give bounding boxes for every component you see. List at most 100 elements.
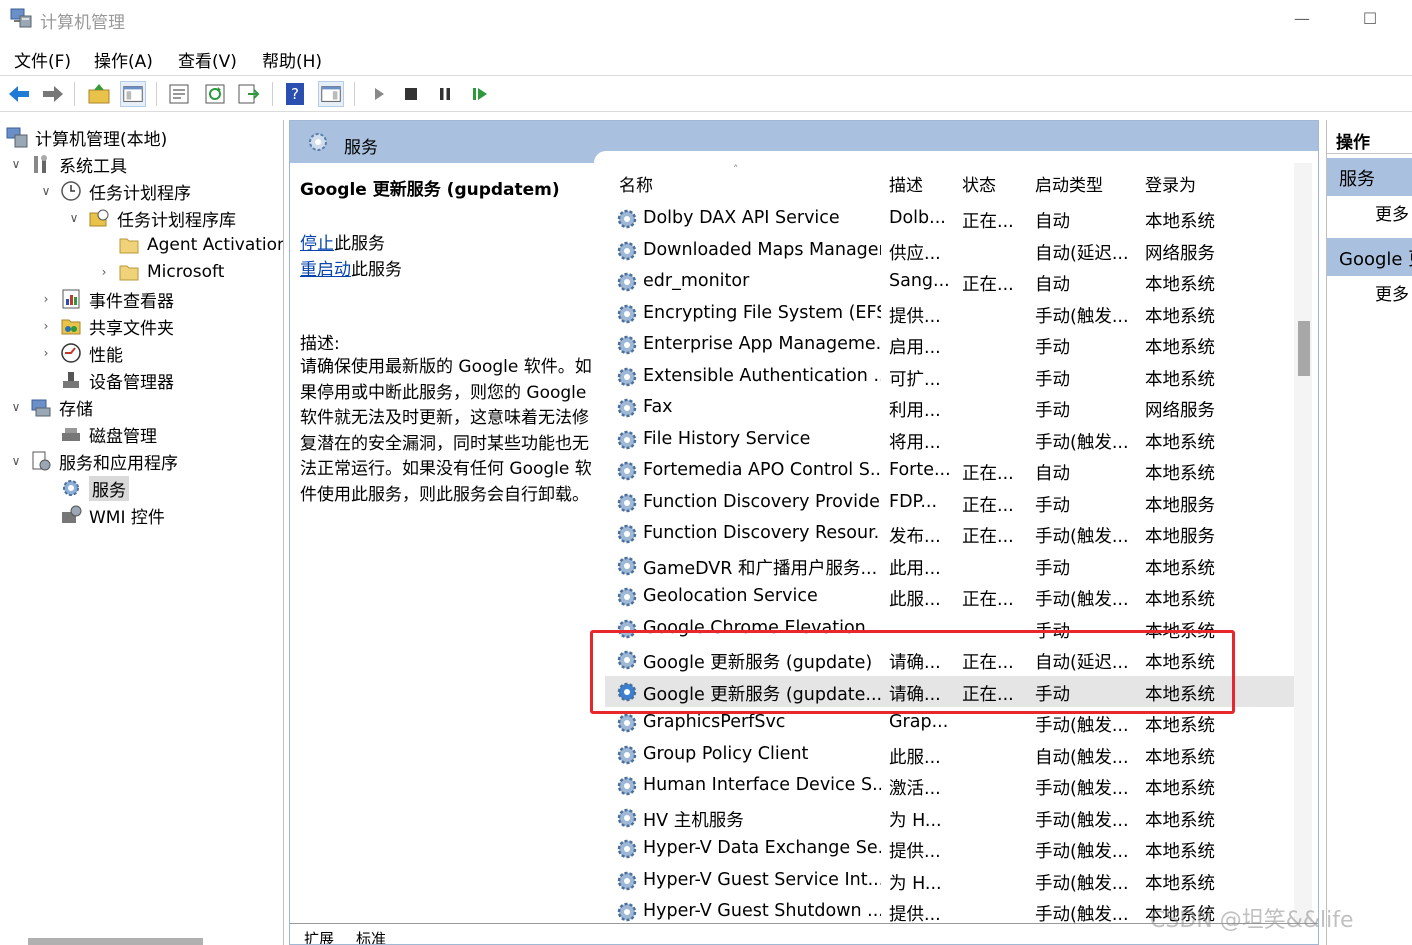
more-actions-link[interactable]: 更多 [1375, 280, 1409, 305]
up-folder-icon[interactable] [86, 81, 112, 107]
table-row[interactable]: Hyper-V Data Exchange Se... 提供... 手动(触发...… [605, 833, 1295, 865]
actions-section-selected-service[interactable]: Google 更新服务 (gupdatem) [1327, 238, 1412, 276]
tree-item-services[interactable]: 服务 [38, 475, 129, 501]
column-header-name[interactable]: 名称 [619, 171, 653, 196]
gear-icon [617, 745, 637, 764]
help-icon[interactable]: ? [282, 81, 308, 107]
cell-startup: 自动(延迟... [1035, 243, 1129, 264]
table-row[interactable]: HV 主机服务 为 H... 手动(触发... 本地系统 [605, 802, 1295, 834]
list-vertical-scrollbar[interactable] [1294, 163, 1312, 923]
menu-file[interactable]: 文件(F) [14, 47, 71, 72]
export-list-icon[interactable] [236, 81, 262, 107]
cell-startup: 自动(触发... [1035, 747, 1129, 768]
menu-help[interactable]: 帮助(H) [262, 47, 322, 72]
description-label: 描述: [300, 334, 340, 354]
tab-extended[interactable]: 扩展 [304, 928, 334, 944]
tree-item-microsoft[interactable]: › Microsoft [96, 259, 225, 285]
table-row[interactable]: GameDVR 和广播用户服务... 此用... 手动 本地系统 [605, 550, 1295, 582]
tree-item-services-and-apps[interactable]: ∨ 服务和应用程序 [8, 448, 178, 474]
chevron-down-icon[interactable]: ∨ [8, 400, 24, 414]
table-row[interactable]: Fortemedia APO Control S... Forte... 正在...… [605, 455, 1295, 487]
chevron-right-icon[interactable]: › [38, 346, 54, 360]
cell-logon: 本地系统 [1145, 558, 1215, 579]
column-header-status[interactable]: 状态 [962, 171, 996, 196]
gear-icon [617, 524, 637, 544]
chevron-down-icon[interactable]: ∨ [66, 211, 82, 225]
tree-item-device-manager[interactable]: 设备管理器 [38, 367, 174, 393]
gear-icon [617, 209, 637, 229]
tree-item-root[interactable]: 计算机管理(本地) [6, 124, 167, 150]
show-hide-action-pane-icon[interactable] [318, 81, 344, 107]
service-detail-pane: Google 更新服务 (gupdatem) 停止此服务 重启动此服务 描述: … [290, 163, 600, 923]
show-hide-tree-icon[interactable] [120, 81, 146, 107]
restart-service-link[interactable]: 重启动 [300, 260, 351, 280]
gear-icon [617, 839, 637, 859]
cell-logon: 本地系统 [1145, 464, 1215, 484]
tree-horizontal-scrollbar[interactable] [28, 938, 203, 945]
back-arrow-icon[interactable] [6, 81, 32, 107]
refresh-icon[interactable] [202, 81, 228, 107]
menu-action[interactable]: 操作(A) [94, 47, 153, 72]
table-row[interactable]: Human Interface Device S... 激活... 手动(触发...… [605, 770, 1295, 802]
tree-item-shared-folders[interactable]: › 共享文件夹 [38, 313, 174, 339]
table-row[interactable]: Group Policy Client 此服... 自动(触发... 本地系统 [605, 739, 1295, 771]
cell-logon: 本地系统 [1145, 338, 1215, 358]
table-row[interactable]: Hyper-V Guest Service Int... 为 H... 手动(触发.… [605, 865, 1295, 897]
chevron-right-icon[interactable]: › [38, 319, 54, 333]
gear-icon [63, 480, 79, 496]
table-row[interactable]: Encrypting File System (EFS) 提供... 手动(触发..… [605, 298, 1295, 330]
chevron-right-icon[interactable]: › [96, 265, 112, 279]
computer-management-icon [10, 8, 32, 28]
chevron-right-icon[interactable]: › [38, 292, 54, 306]
column-header-startup-type[interactable]: 启动类型 [1035, 171, 1103, 196]
actions-section-services[interactable]: 服务 [1327, 158, 1412, 196]
table-row[interactable]: Downloaded Maps Manager 供应... 自动(延迟... 网络服务 [605, 235, 1295, 267]
gear-icon [617, 461, 637, 481]
chevron-down-icon[interactable]: ∨ [38, 184, 54, 198]
column-header-description[interactable]: 描述 [889, 171, 923, 196]
stop-service-link[interactable]: 停止 [300, 234, 334, 254]
table-row[interactable]: Extensible Authentication ... 可扩... 手动 本地系统 [605, 361, 1295, 393]
restart-service-icon[interactable] [466, 81, 492, 107]
table-row[interactable]: Function Discovery Provide... FDP... 正在...… [605, 487, 1295, 519]
table-row[interactable]: Function Discovery Resour... 发布... 正在... 手动… [605, 518, 1295, 550]
restart-service-line: 重启动此服务 [300, 260, 402, 280]
chevron-down-icon[interactable]: ∨ [8, 157, 24, 171]
tree-item-system-tools[interactable]: ∨ 系统工具 [8, 151, 127, 177]
forward-arrow-icon[interactable] [40, 81, 66, 107]
cell-name: edr_monitor [643, 271, 750, 291]
chevron-down-icon[interactable]: ∨ [8, 454, 24, 468]
tree-item-task-scheduler[interactable]: ∨ 任务计划程序 [38, 178, 191, 204]
cell-logon: 本地系统 [1145, 590, 1215, 610]
start-service-icon[interactable] [366, 81, 392, 107]
more-actions-link[interactable]: 更多 [1375, 200, 1409, 225]
tree-item-agent-activation[interactable]: Agent Activation [96, 232, 283, 258]
tree-item-performance[interactable]: › 性能 [38, 340, 123, 366]
tree-item-event-viewer[interactable]: › 事件查看器 [38, 286, 174, 312]
gear-icon [617, 902, 637, 922]
stop-service-icon[interactable] [398, 81, 424, 107]
folder-icon [119, 265, 139, 281]
toolbar: ? [0, 76, 1412, 112]
properties-icon[interactable] [166, 81, 192, 107]
maximize-button[interactable]: ☐ [1350, 4, 1390, 34]
table-row[interactable]: Fax 利用... 手动 网络服务 [605, 392, 1295, 424]
tree-item-task-library[interactable]: ∨ 任务计划程序库 [66, 205, 236, 231]
table-row[interactable]: edr_monitor Sang... 正在... 自动 本地系统 [605, 266, 1295, 298]
tab-standard[interactable]: 标准 [356, 928, 386, 944]
scrollbar-thumb[interactable] [1298, 321, 1310, 376]
cell-name: Fax [643, 397, 673, 417]
table-row[interactable]: Geolocation Service 此服... 正在... 手动(触发... 本地系… [605, 581, 1295, 613]
table-row[interactable]: Enterprise App Manageme... 启用... 手动 本地系统 [605, 329, 1295, 361]
table-row[interactable]: Dolby DAX API Service Dolb... 正在... 自动 本地系统 [605, 203, 1295, 235]
minimize-button[interactable]: — [1282, 4, 1322, 34]
menu-view[interactable]: 查看(V) [178, 47, 237, 72]
tree-item-disk-management[interactable]: 磁盘管理 [38, 421, 157, 447]
column-header-log-on-as[interactable]: 登录为 [1145, 171, 1196, 196]
cell-logon: 本地系统 [1145, 369, 1215, 390]
pause-service-icon[interactable] [432, 81, 458, 107]
tree-item-wmi-control[interactable]: WMI 控件 [38, 502, 165, 528]
performance-icon [61, 343, 81, 363]
tree-item-storage[interactable]: ∨ 存储 [8, 394, 93, 420]
table-row[interactable]: File History Service 将用... 手动(触发... 本地系统 [605, 424, 1295, 456]
